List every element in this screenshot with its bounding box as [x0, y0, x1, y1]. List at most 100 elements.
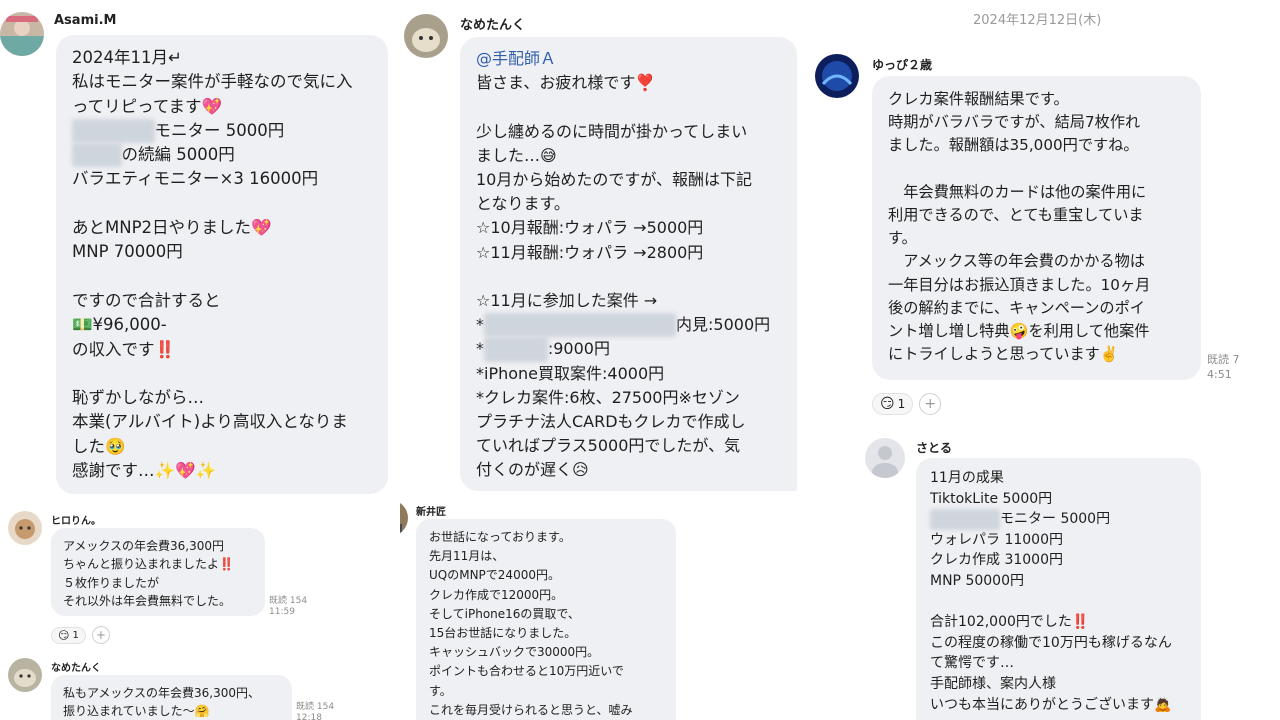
- message-line: にトライしようと思っています✌️: [888, 345, 1119, 364]
- chat-panel-left: Asami.M 2024年11月↵ 私はモニター案件が手軽なので気に入 ってリピって…: [0, 0, 400, 720]
- line-text: 2024年11月↵: [72, 48, 182, 67]
- line-text: 内見:5000円: [676, 315, 771, 335]
- message-bubble-yuppi[interactable]: クレカ案件報酬結果です。時期がバラバラですが、結局7枚作れ ました。報酬額は35,…: [872, 76, 1201, 380]
- line-prefix: *: [476, 339, 484, 359]
- reaction-pill[interactable]: 😏 1: [872, 393, 914, 415]
- avatar-arai[interactable]: [400, 500, 408, 536]
- line-text: [930, 594, 934, 610]
- plus-icon: +: [924, 396, 937, 412]
- line-text: の収入です‼️: [72, 339, 176, 359]
- message-line: 私はモニター案件が手軽なので気に入: [72, 70, 372, 94]
- line-text: となります。: [476, 194, 570, 214]
- line-text: あとMNP2日やりました💖: [72, 218, 272, 238]
- message-line: ですので合計すると: [72, 289, 372, 313]
- message-line: [930, 592, 1187, 613]
- message-line: クレカ作成 31000円: [930, 550, 1187, 571]
- avatar-hirorin[interactable]: [8, 511, 42, 545]
- message-line: 時期がバラバラですが、結局7枚作れ: [888, 113, 1141, 132]
- avatar-nametank[interactable]: [8, 658, 42, 692]
- line-text: 付くのが遅く😥: [476, 460, 589, 480]
- line-text: ってリピってます💖: [72, 96, 223, 116]
- message-line: 11月の成果: [930, 468, 1187, 489]
- line-text: この程度の稼働で10万円も稼げるなん: [930, 634, 1172, 651]
- line-text: ☆11月報酬:ウォパラ →2800円: [476, 242, 704, 262]
- chat-panel-middle: なめたんく @手配師Ａ 皆さま、お疲れ様です❣️ 少し纏めるのに時間が掛かってしま…: [400, 0, 802, 720]
- line-text: クレカ作成 31000円: [930, 552, 1063, 569]
- line-text: プラチナ法人CARDもクレカで作成し: [476, 412, 746, 432]
- message-line: 皆さま、お疲れ様です❣️: [476, 71, 781, 95]
- message-line: クレカ作成で12000円。: [429, 587, 564, 602]
- line-text: [72, 267, 77, 286]
- line-prefix: *: [476, 315, 484, 335]
- message-bubble-asami[interactable]: 2024年11月↵ 私はモニター案件が手軽なので気に入ってリピってます💖五大元素様…: [56, 35, 388, 494]
- sender-name: ヒロりん。: [51, 516, 101, 527]
- message-line: ☆10月報酬:ウォパラ →5000円: [476, 216, 781, 240]
- message-bubble-nametank[interactable]: 私もアメックスの年会費36,300円、 振り込まれていました〜🤗: [51, 675, 292, 720]
- redacted-text: 五大元: [72, 143, 122, 168]
- line-text: MNP 70000円: [72, 242, 183, 262]
- plus-icon: +: [95, 628, 106, 642]
- message-line: 五大元素様モニター 5000円: [72, 118, 372, 144]
- message-line: 15台お世話になりました。: [429, 626, 577, 641]
- avatar-satoru[interactable]: [865, 438, 905, 478]
- message-line: *クレカ案件:6枚、27500円※セゾン: [476, 386, 781, 410]
- line-text: いつも本当にありがとうございます🙇: [930, 696, 1172, 713]
- redacted-text: 五大元素様: [72, 118, 155, 144]
- message-line: この程度の稼働で10万円も稼げるなん: [930, 633, 1187, 654]
- message-line: クレカ案件報酬結果です。: [888, 90, 1069, 108]
- avatar-yuppi[interactable]: [815, 54, 859, 98]
- message-bubble-satoru[interactable]: 11月の成果 TiktokLite 5000円五大元素様モニター 5000円ウォレ…: [916, 458, 1201, 720]
- message-line: バラエティモニター×3 16000円: [72, 167, 372, 191]
- sender-name: なめたんく: [460, 18, 526, 33]
- add-reaction-button[interactable]: +: [91, 626, 110, 644]
- message-bubble-nametank[interactable]: @手配師Ａ 皆さま、お疲れ様です❣️ 少し纏めるのに時間が掛かってしまい ました…😅…: [460, 37, 797, 491]
- line-text: [72, 194, 77, 213]
- line-text: 恥ずかしながら…: [72, 388, 204, 408]
- avatar-nametank[interactable]: [404, 14, 448, 58]
- line-text: 皆さま、お疲れ様です❣️: [476, 73, 656, 93]
- avatar-asami[interactable]: [0, 12, 44, 56]
- reaction-count: 1: [897, 397, 906, 411]
- message-line: MNP 70000円: [72, 240, 372, 264]
- line-text: :9000円: [547, 339, 610, 359]
- line-text: ました…😅: [476, 145, 557, 165]
- message-line: お世話になっております。: [429, 530, 571, 544]
- message-line: ていればプラス5000円でしたが、気: [476, 434, 781, 458]
- message-line: [476, 265, 781, 289]
- message-line: 利用できるので、とても重宝していま: [888, 206, 1144, 225]
- line-text: の続編 5000円: [121, 145, 235, 165]
- redacted-text: ヘッドスパ系のクリニック: [484, 313, 677, 338]
- redacted-text: ダイアル: [484, 337, 548, 362]
- message-line: となります。: [476, 192, 781, 216]
- reaction-pill[interactable]: 😏 1: [51, 626, 86, 644]
- message-line: 五大元の続編 5000円: [72, 143, 372, 168]
- line-text: [476, 97, 481, 116]
- line-text: 手配師様、案内人様: [930, 675, 1056, 692]
- read-receipt: 既読 7 4:51: [1207, 353, 1240, 381]
- line-text: ていればプラス5000円でしたが、気: [476, 436, 741, 456]
- sender-name: Asami.M: [54, 13, 117, 28]
- message-bubble-hirorin[interactable]: アメックスの年会費36,300円 ちゃんと振り込まれましたよ‼️ ５枚作りましたがそ…: [51, 528, 265, 616]
- message-line: [72, 265, 372, 289]
- sender-name: 新井匠: [416, 507, 446, 518]
- message-bubble-arai[interactable]: お世話になっております。 先月11月は、 UQのMNPで24000円。 クレカ作成で1…: [416, 519, 676, 720]
- line-text: バラエティモニター×3 16000円: [72, 169, 319, 189]
- line-text: 11月の成果: [930, 470, 1004, 486]
- sender-name: なめたんく: [51, 663, 101, 674]
- message-line: ってリピってます💖: [72, 95, 372, 119]
- message-line: 合計102,000円でした‼️: [930, 612, 1187, 633]
- read-receipt: 既読 154 12:18: [296, 702, 335, 720]
- sender-name: さとる: [916, 441, 953, 455]
- message-line: 先月11月は、: [429, 549, 505, 564]
- reaction-count: 1: [72, 629, 79, 641]
- message-line: [72, 362, 372, 386]
- message-line: 感謝です…✨💖✨: [72, 459, 372, 483]
- message-line: 恥ずかしながら…: [72, 386, 372, 410]
- message-line: の収入です‼️: [72, 338, 372, 362]
- add-reaction-button[interactable]: +: [919, 393, 942, 415]
- mention-tag[interactable]: @手配師Ａ: [476, 47, 781, 71]
- date-separator: 2024年12月12日(木): [973, 13, 1102, 28]
- reaction-row: 😏 1 +: [872, 393, 942, 415]
- message-line: ました。報酬額は35,000円ですね。: [888, 136, 1139, 155]
- line-text: ☆11月に参加した案件 →: [476, 291, 658, 311]
